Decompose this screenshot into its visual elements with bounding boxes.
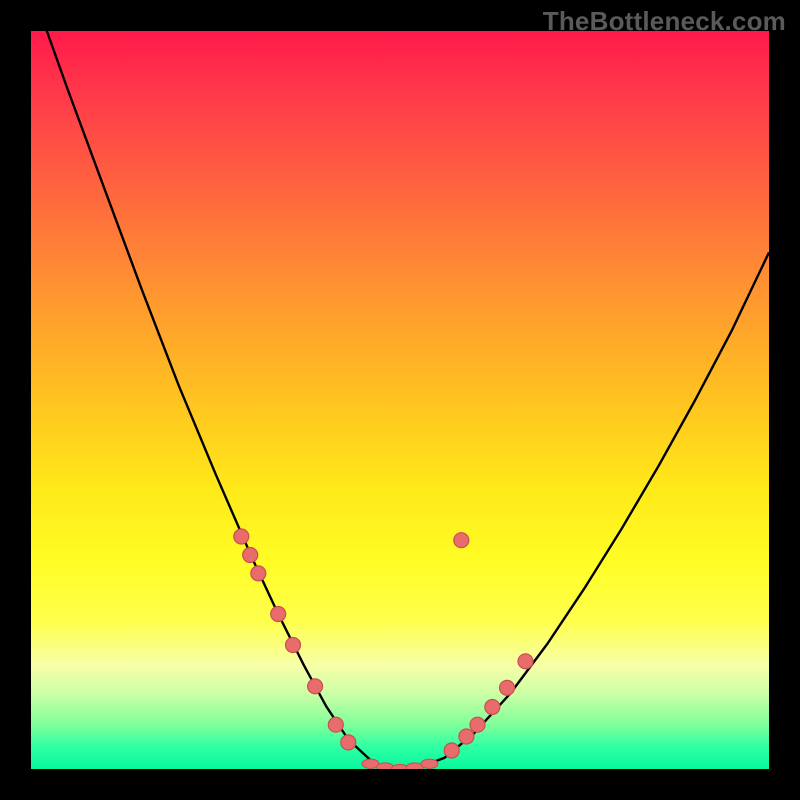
marker-dot: [518, 654, 533, 669]
bottleneck-curve: [31, 31, 769, 769]
marker-dot: [328, 717, 343, 732]
marker-dot: [286, 638, 301, 653]
marker-dot: [341, 735, 356, 750]
plot-area: [31, 31, 769, 769]
marker-dot: [485, 700, 500, 715]
marker-dot: [234, 529, 249, 544]
marker-dot: [251, 566, 266, 581]
watermark-text: TheBottleneck.com: [543, 6, 786, 37]
marker-dot: [421, 759, 438, 768]
marker-dot: [271, 607, 286, 622]
marker-dot: [459, 729, 474, 744]
data-markers: [234, 529, 533, 769]
chart-frame: TheBottleneck.com: [0, 0, 800, 800]
marker-dot: [454, 533, 469, 548]
marker-dot: [470, 717, 485, 732]
curve-overlay: [31, 31, 769, 769]
marker-dot: [243, 548, 258, 563]
marker-dot: [308, 679, 323, 694]
marker-dot: [500, 680, 515, 695]
marker-dot: [444, 743, 459, 758]
